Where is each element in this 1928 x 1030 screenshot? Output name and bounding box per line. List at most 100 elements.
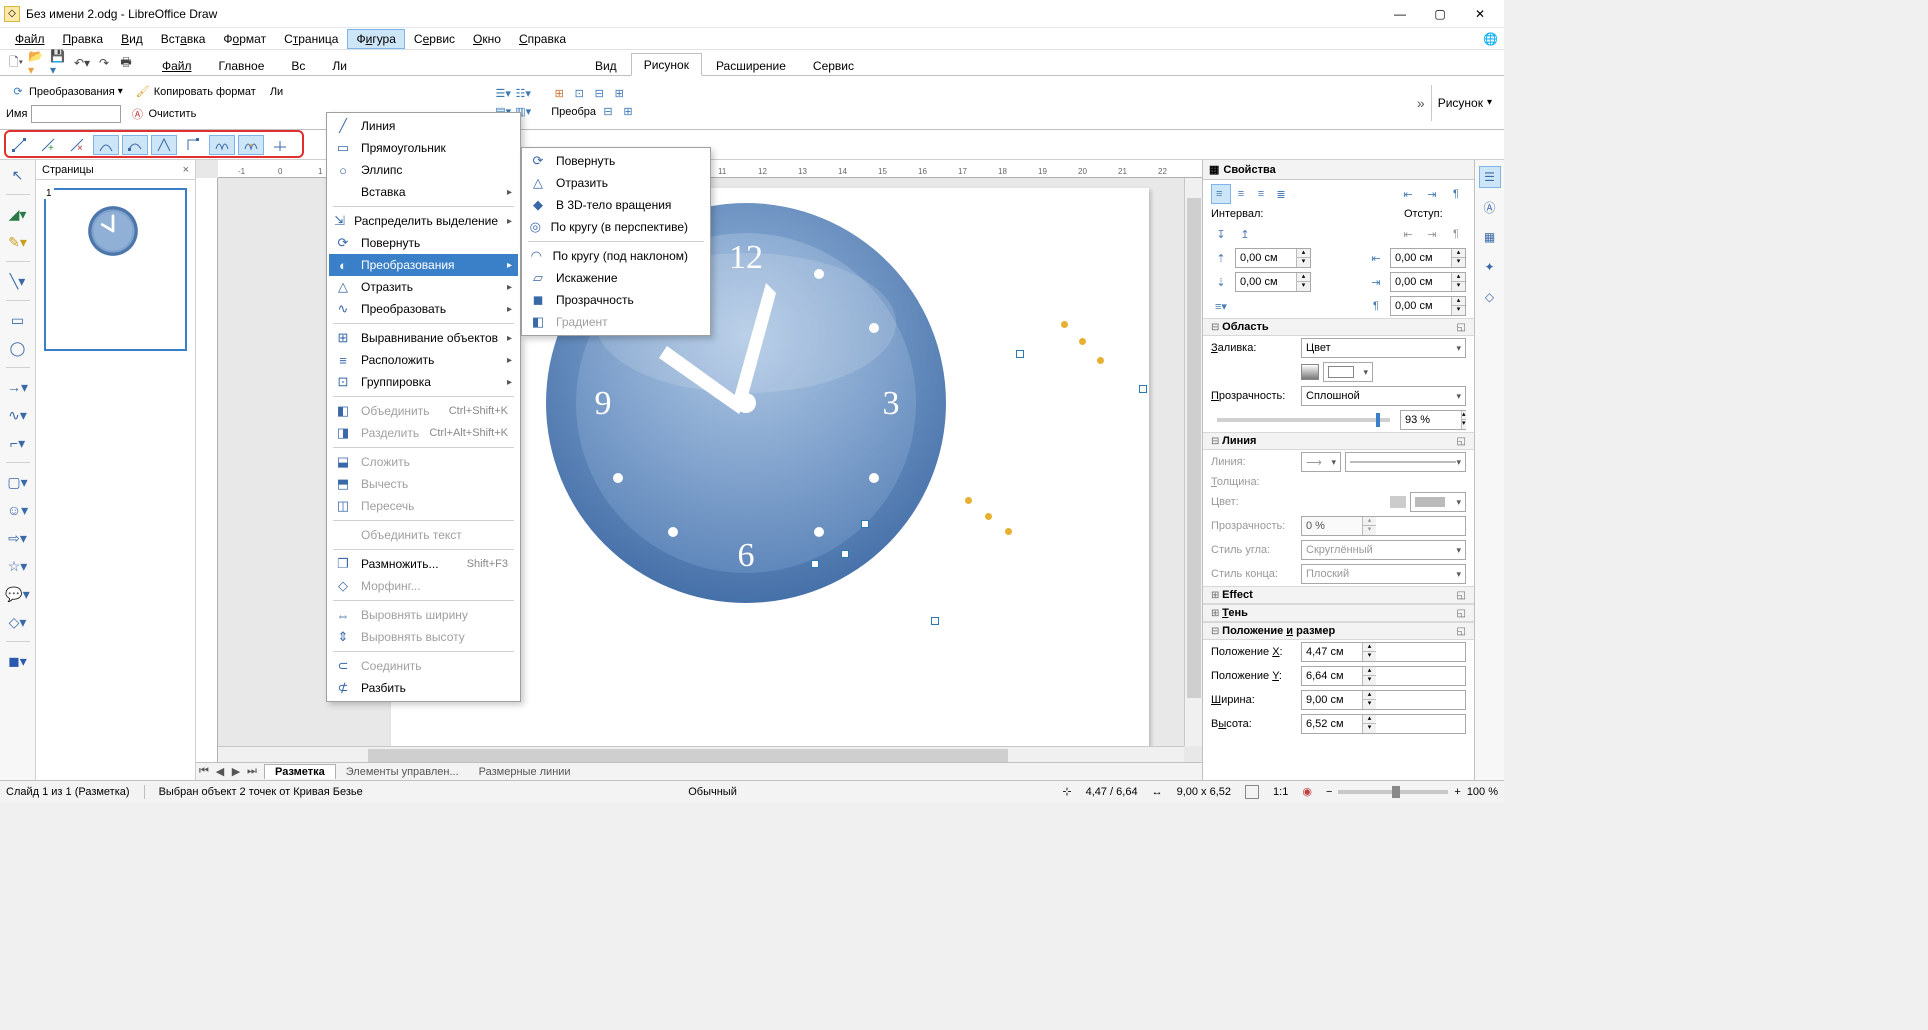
menu-insert[interactable]: Вставка [152, 29, 215, 49]
flowchart[interactable]: ◇▾ [4, 611, 32, 633]
menu-item[interactable]: △Отразить▸ [329, 276, 518, 298]
sidebar-shapes-icon[interactable]: ◇ [1479, 286, 1501, 308]
preobra-label[interactable]: Преобра [551, 106, 596, 118]
align-left-icon[interactable]: ≡ [1211, 184, 1231, 204]
sidebar-nav-icon[interactable]: ✦ [1479, 256, 1501, 278]
zoom-out[interactable]: − [1326, 786, 1332, 798]
scrollbar-vertical[interactable] [1184, 178, 1202, 746]
indent-inc-icon[interactable]: ⇥ [1422, 184, 1442, 204]
menu-item[interactable]: ╱Линия [329, 115, 518, 137]
ep-corner[interactable] [93, 135, 119, 155]
open-icon[interactable]: 📂▾ [28, 53, 48, 73]
submenu-item[interactable]: ◎По кругу (в перспективе) [524, 216, 708, 238]
menu-item[interactable]: ⊡Группировка▸ [329, 371, 518, 393]
grid-b[interactable]: ⊞ [611, 86, 627, 102]
tab-line-trunc[interactable]: Ли [319, 54, 360, 76]
tab-view[interactable]: Вид [582, 54, 630, 76]
menu-item[interactable]: ▭Прямоугольник [329, 137, 518, 159]
print-icon[interactable]: 🖶 [116, 53, 136, 73]
layer-prev[interactable]: ◀ [212, 765, 228, 778]
menu-edit[interactable]: Правка [54, 29, 113, 49]
align-just-icon[interactable]: ≣ [1271, 184, 1291, 204]
menu-shape[interactable]: Фигура [347, 29, 404, 49]
page-thumbnail[interactable]: 1 [44, 188, 187, 351]
status-scale[interactable]: 1:1 [1273, 786, 1288, 798]
pointer-tool[interactable]: ↖ [4, 164, 32, 186]
save-icon[interactable]: 💾▾ [50, 53, 70, 73]
menu-item[interactable]: ⇲Распределить выделение▸ [329, 210, 518, 232]
menu-item[interactable]: ∿Преобразовать▸ [329, 298, 518, 320]
tab-home[interactable]: Главное [206, 54, 278, 76]
menu-tools[interactable]: Сервис [405, 29, 464, 49]
ep-tan1[interactable] [209, 135, 235, 155]
status-mode[interactable]: Обычный [688, 786, 737, 798]
rect-tool[interactable]: ▭ [4, 309, 32, 331]
spacing-above[interactable]: ▴▾ [1235, 248, 1311, 268]
layer-tab-1[interactable]: Элементы управлен... [336, 765, 469, 779]
menu-item[interactable]: ◐Преобразования▸ [329, 254, 518, 276]
menu-item[interactable]: ❐Размножить...Shift+F3 [329, 553, 518, 575]
pos-x-spin[interactable]: ▴▾ [1301, 642, 1466, 662]
fill-type-select[interactable]: Цвет▾ [1301, 338, 1466, 358]
pages-close-icon[interactable]: × [183, 164, 189, 176]
ep-move[interactable] [6, 133, 32, 157]
menu-item[interactable]: ⊞Выравнивание объектов▸ [329, 327, 518, 349]
sidebar-props-icon[interactable]: ☰ [1479, 166, 1501, 188]
layer-first[interactable]: ⏮ [196, 765, 212, 778]
tab-drawing[interactable]: Рисунок [631, 53, 702, 76]
line-color-tool[interactable]: ✎▾ [4, 231, 32, 253]
ep-smooth[interactable] [122, 135, 148, 155]
width-spin[interactable]: ▴▾ [1301, 690, 1466, 710]
spacing-below[interactable]: ▴▾ [1235, 272, 1311, 292]
connector-tool[interactable]: ⌐▾ [4, 432, 32, 454]
redo-icon[interactable]: ↷ [94, 53, 114, 73]
align-icon[interactable]: ☰▾ [495, 86, 511, 102]
tab-tools[interactable]: Сервис [800, 54, 867, 76]
figure-menu[interactable]: ╱Линия▭Прямоугольник○ЭллипсВставка▸⇲Расп… [326, 112, 521, 702]
indent-before[interactable]: ▴▾ [1390, 248, 1466, 268]
indent-dec-icon[interactable]: ⇤ [1398, 184, 1418, 204]
ep-insert[interactable]: + [35, 133, 61, 157]
zoom-value[interactable]: 100 % [1467, 786, 1498, 798]
new-doc-icon[interactable]: 🗋▾ [6, 53, 26, 73]
ep-delete[interactable]: × [64, 133, 90, 157]
block-arrows[interactable]: ⇨▾ [4, 527, 32, 549]
line-tool[interactable]: ╲▾ [4, 270, 32, 292]
submenu-item[interactable]: ▱Искажение [524, 267, 708, 289]
zoom-slider[interactable] [1338, 790, 1448, 794]
enter-group-icon[interactable]: ⊡ [571, 86, 587, 102]
indent-after[interactable]: ▴▾ [1390, 272, 1466, 292]
align-center-icon[interactable]: ≡ [1231, 184, 1251, 204]
menu-item[interactable]: ≡Расположить▸ [329, 349, 518, 371]
dist-v-icon[interactable]: ⊞ [620, 104, 636, 120]
globe-icon[interactable]: 🌐 [1483, 32, 1498, 46]
menu-file[interactable]: Файл [6, 29, 54, 49]
undo-icon[interactable]: ↶▾ [72, 53, 92, 73]
group-icon[interactable]: ⊞ [551, 86, 567, 102]
pos-y-spin[interactable]: ▴▾ [1301, 666, 1466, 686]
maximize-button[interactable]: ▢ [1420, 0, 1460, 28]
tab-extension[interactable]: Расширение [703, 54, 799, 76]
3d-color[interactable]: ◼▾ [4, 650, 32, 672]
hanging-icon[interactable]: ¶ [1446, 184, 1466, 204]
layer-next[interactable]: ▶ [228, 765, 244, 778]
ep-elim[interactable] [267, 133, 293, 157]
ep-symm[interactable] [151, 135, 177, 155]
menu-item[interactable]: ⟳Повернуть [329, 232, 518, 254]
align-icon2[interactable]: ☷▾ [515, 86, 531, 102]
sp-below-icon[interactable]: ↥ [1235, 224, 1255, 244]
tab-insert-trunc[interactable]: Вс [278, 54, 318, 76]
layer-tab-2[interactable]: Размерные линии [469, 765, 581, 779]
submenu-item[interactable]: ◆В 3D-тело вращения [524, 194, 708, 216]
layer-tab-active[interactable]: Разметка [264, 764, 336, 779]
symbol-shapes[interactable]: ☺▾ [4, 499, 32, 521]
basic-shapes[interactable]: ▢▾ [4, 471, 32, 493]
clear-format-btn[interactable]: ⒶОчистить [125, 104, 200, 124]
menu-item[interactable]: ○Эллипс [329, 159, 518, 181]
tab-file[interactable]: Файл [149, 54, 205, 76]
height-spin[interactable]: ▴▾ [1301, 714, 1466, 734]
trans-type-select[interactable]: Сплошной▾ [1301, 386, 1466, 406]
name-input[interactable] [31, 105, 121, 123]
fill-color-select[interactable]: ▾ [1323, 362, 1373, 382]
menu-view[interactable]: Вид [112, 29, 152, 49]
